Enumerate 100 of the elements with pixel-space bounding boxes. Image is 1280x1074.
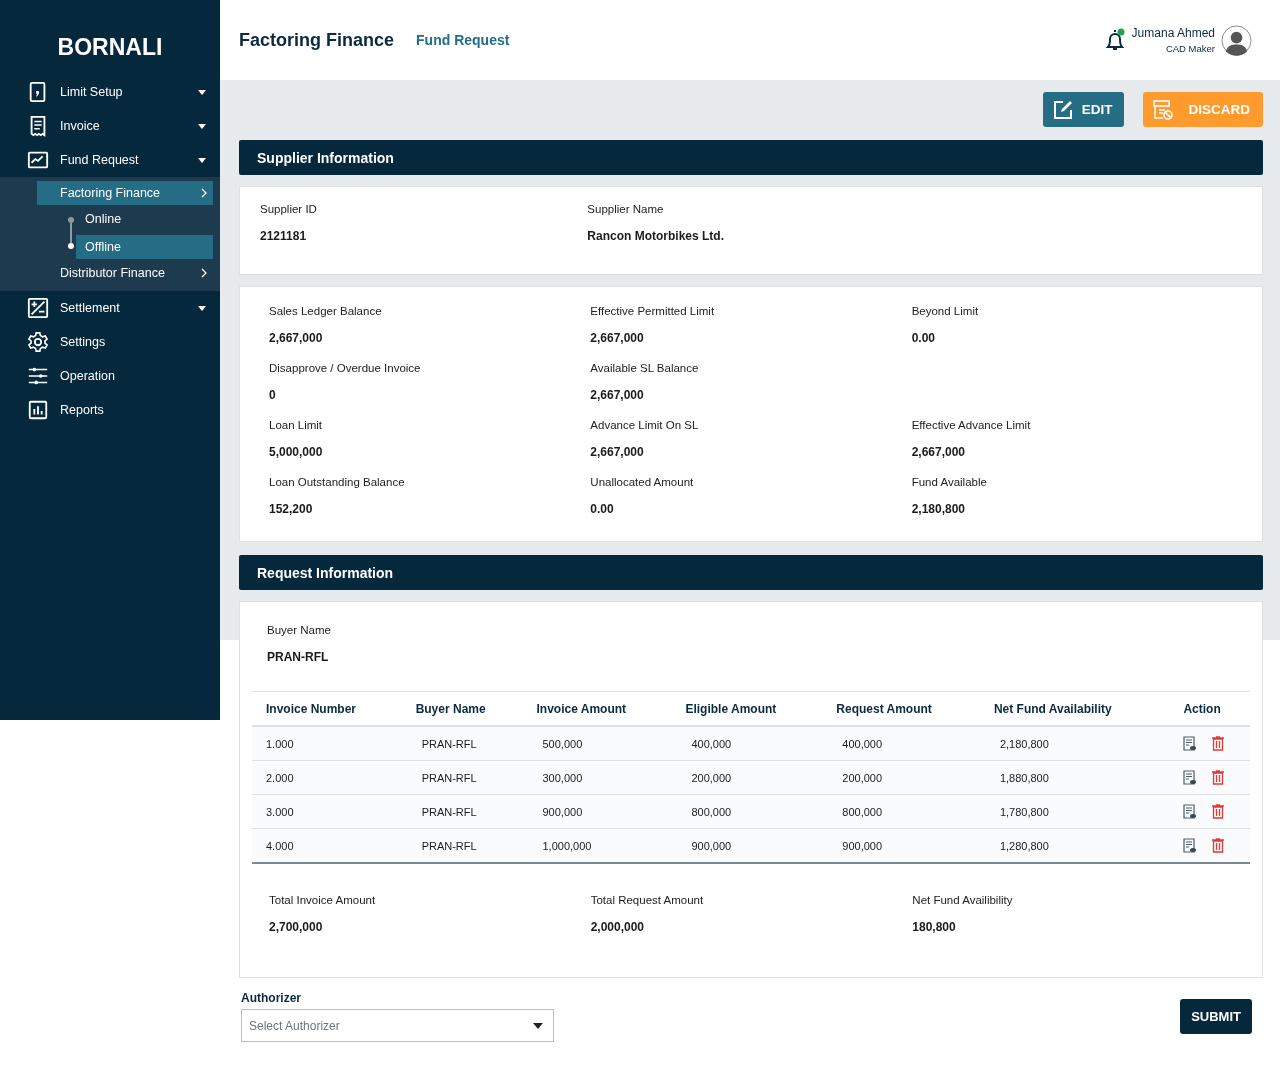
view-document-icon[interactable]	[1183, 804, 1198, 819]
caret-icon	[533, 1022, 543, 1029]
field-value: 0.00	[590, 502, 615, 516]
chevron-icon	[201, 188, 207, 198]
nav-item[interactable]: Fund Request	[0, 143, 220, 177]
table-cell: PRAN-RFL	[401, 760, 523, 795]
table-cell: 200,000	[822, 760, 980, 795]
settings-icon	[27, 331, 49, 353]
field-value: 2,667,000	[911, 445, 967, 459]
authorizer-dropdown[interactable]: Select Authorizer	[241, 1009, 554, 1042]
chart-icon	[27, 149, 49, 171]
avatar-icon[interactable]	[1221, 24, 1252, 56]
bar-chart-icon	[27, 399, 49, 421]
table-cell: PRAN-RFL	[401, 726, 523, 761]
submenu-item[interactable]: Online	[76, 207, 213, 231]
chevron-icon	[201, 268, 207, 278]
field-label: Effective Permitted Limit	[590, 305, 716, 317]
table-cell: 1,880,800	[979, 760, 1170, 795]
field-label: Supplier Name	[587, 203, 665, 215]
field-label: Total Request Amount	[590, 894, 705, 906]
field-label: Buyer Name	[267, 624, 332, 636]
field-label: Fund Available	[911, 476, 988, 488]
notification-bell-icon[interactable]	[1103, 28, 1126, 52]
field-value: 5,000,000	[269, 445, 324, 459]
field-value: 2,667,000	[590, 445, 645, 459]
table-cell: 4.000	[252, 828, 402, 863]
table-cell: 1,000,000	[522, 828, 672, 863]
user-role: CAD Maker	[1165, 43, 1215, 54]
field-value: 2,667,000	[590, 331, 645, 345]
caret-icon	[198, 157, 206, 163]
caret-icon	[198, 89, 206, 95]
field-value: 0.00	[911, 331, 936, 345]
view-document-icon[interactable]	[1183, 770, 1198, 785]
field-value: 0	[269, 388, 277, 402]
field-label: Disapprove / Overdue Invoice	[269, 362, 422, 374]
field-label: Unallocated Amount	[590, 476, 695, 488]
section-header: Request Information	[239, 555, 1263, 590]
submit-button[interactable]: SUBMIT	[1180, 999, 1252, 1034]
view-document-icon[interactable]	[1183, 838, 1198, 853]
field-value: 2,180,800	[911, 502, 967, 516]
delete-icon[interactable]	[1211, 804, 1226, 819]
sliders-icon	[27, 365, 49, 387]
field-value: PRAN-RFL	[267, 650, 330, 664]
breadcrumb: Fund Request	[416, 32, 511, 48]
table-cell: 3.000	[252, 794, 402, 829]
table-cell: 900,000	[671, 828, 823, 863]
field-label: Net Fund Availibility	[912, 894, 1014, 906]
field-label: Total Invoice Amount	[269, 894, 377, 906]
field-value: 2,667,000	[269, 331, 324, 345]
field-label: Effective Advance Limit	[911, 419, 1032, 431]
field-label: Available SL Balance	[590, 362, 700, 374]
table-cell: 1,280,800	[979, 828, 1170, 863]
table-cell: 300,000	[522, 760, 672, 795]
archive-cancel-icon	[1152, 98, 1175, 121]
table-cell: 800,000	[671, 794, 823, 829]
field-label: Beyond Limit	[911, 305, 980, 317]
nav-item[interactable]: Limit Setup	[0, 75, 220, 109]
nav-item[interactable]: Operation	[0, 359, 220, 393]
user-name: Jumana Ahmed	[1131, 26, 1215, 40]
edit-icon	[1051, 98, 1074, 121]
field-label: Authorizer	[241, 991, 302, 1005]
nav-item[interactable]: Reports	[0, 393, 220, 427]
table-cell: 800,000	[822, 794, 980, 829]
field-value: 2,667,000	[590, 388, 645, 402]
table-cell: 1,780,800	[979, 794, 1170, 829]
field-label: Loan Limit	[269, 419, 324, 431]
field-value: 2121181	[260, 229, 308, 243]
table-cell: 2,180,800	[979, 726, 1170, 761]
submenu-item[interactable]: Distributor Finance	[37, 261, 213, 285]
submenu-item[interactable]: Factoring Finance	[37, 181, 213, 205]
section-header: Supplier Information	[239, 140, 1263, 175]
field-label: Loan Outstanding Balance	[269, 476, 406, 488]
percent-icon	[27, 297, 49, 319]
table-cell: 2.000	[252, 760, 402, 795]
delete-icon[interactable]	[1211, 736, 1226, 751]
field-value: 2,700,000	[269, 920, 324, 934]
table-cell: 900,000	[822, 828, 980, 863]
delete-icon[interactable]	[1211, 838, 1226, 853]
edit-button[interactable]: EDIT	[1042, 92, 1125, 127]
delete-icon[interactable]	[1211, 770, 1226, 785]
field-value: Rancon Motorbikes Ltd.	[587, 229, 725, 243]
view-document-icon[interactable]	[1183, 736, 1198, 751]
field-label: Advance Limit On SL	[590, 419, 700, 431]
table-cell: 400,000	[671, 726, 823, 761]
nav-item[interactable]: Invoice	[0, 109, 220, 143]
caret-icon	[198, 305, 206, 311]
page-title: Factoring Finance	[239, 29, 395, 51]
field-value: 152,200	[269, 502, 314, 516]
field-label: Supplier ID	[260, 203, 318, 215]
table-cell: 500,000	[522, 726, 672, 761]
table-cell: 900,000	[522, 794, 672, 829]
caret-icon	[198, 123, 206, 129]
field-value: 2,000,000	[590, 920, 646, 934]
submenu-item[interactable]: Offline	[76, 235, 213, 259]
table-cell: 200,000	[671, 760, 823, 795]
field-value: 180,800	[912, 920, 957, 934]
field-label: Sales Ledger Balance	[269, 305, 383, 317]
brand-logo: BORNALI	[56, 33, 164, 62]
nav-item[interactable]: Settings	[0, 325, 220, 359]
nav-item[interactable]: Settlement	[0, 291, 220, 325]
